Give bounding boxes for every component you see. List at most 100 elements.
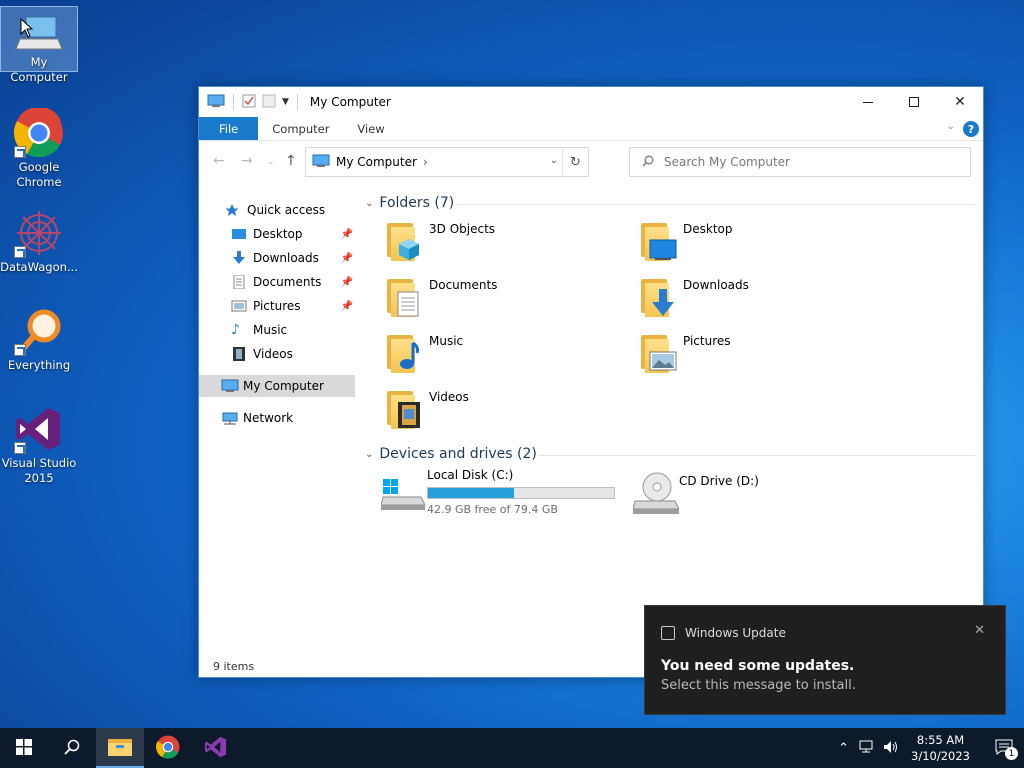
nav-label: Documents: [253, 275, 322, 289]
nav-item-desktop[interactable]: Desktop 📌: [199, 223, 357, 245]
show-hidden-icons-chevron-icon[interactable]: ⌃: [838, 741, 849, 756]
folder-music[interactable]: Music: [383, 331, 633, 383]
folder-name: Videos: [429, 390, 469, 404]
expand-ribbon-chevron-icon[interactable]: ⌄: [947, 121, 955, 132]
nav-item-documents[interactable]: Documents 📌: [199, 271, 357, 293]
computer-icon: [207, 94, 225, 111]
folder-desktop[interactable]: Desktop: [637, 219, 887, 271]
quick-access-divider: [296, 94, 298, 110]
desktop-icon-label: My Computer: [10, 55, 68, 84]
customize-quick-access-chevron-icon[interactable]: ▼: [282, 97, 289, 107]
title-bar[interactable]: ▼ My Computer ✕: [199, 87, 983, 117]
desktop-icon-everything[interactable]: Everything: [0, 302, 78, 373]
nav-item-videos[interactable]: Videos: [199, 343, 357, 365]
properties-icon[interactable]: [242, 94, 256, 111]
content-pane: ⌄ Folders (7) 3D Objects Desktop Documen…: [361, 195, 983, 655]
folder-music-icon: [383, 331, 427, 375]
tab-computer[interactable]: Computer: [258, 117, 343, 140]
maximize-icon: [909, 97, 919, 107]
breadcrumb-separator[interactable]: ›: [423, 155, 428, 169]
status-bar-item-count: 9 items: [213, 660, 255, 673]
minimize-button[interactable]: [845, 87, 891, 117]
clock-time: 8:55 AM: [916, 733, 965, 747]
nav-label: Downloads: [253, 251, 319, 265]
visual-studio-icon: [204, 735, 228, 762]
pin-icon[interactable]: 📌: [341, 229, 353, 240]
back-arrow-icon[interactable]: ←: [213, 153, 225, 169]
refresh-icon[interactable]: ↻: [562, 148, 588, 176]
star-icon: [225, 203, 241, 217]
desktop-icon: [231, 227, 247, 241]
folder-3d-objects[interactable]: 3D Objects: [383, 219, 633, 271]
desktop-icon-google-chrome[interactable]: Google Chrome: [0, 104, 78, 190]
network-tray-icon[interactable]: [859, 740, 875, 757]
taskbar-visual-studio[interactable]: [192, 728, 240, 768]
drives-group-header[interactable]: ⌄ Devices and drives (2): [365, 446, 537, 462]
taskbar-file-explorer[interactable]: [96, 728, 144, 768]
folder-pictures[interactable]: Pictures: [637, 331, 887, 383]
action-center-button[interactable]: 1: [984, 728, 1024, 768]
pin-icon[interactable]: 📌: [341, 253, 353, 264]
drive-local-disk-c[interactable]: Local Disk (C:) 42.9 GB free of 79.4 GB: [380, 468, 631, 523]
toast-close-icon[interactable]: ✕: [974, 623, 985, 638]
address-dropdown-chevron-icon[interactable]: ⌄: [550, 155, 558, 166]
folder-documents-icon: [383, 275, 427, 319]
search-input[interactable]: Search My Computer: [629, 147, 971, 177]
chrome-icon: [155, 734, 180, 762]
folder-documents[interactable]: Documents: [383, 275, 633, 327]
volume-icon[interactable]: [883, 740, 899, 757]
tab-file[interactable]: File: [199, 117, 259, 140]
close-icon: ✕: [954, 94, 966, 110]
folder-name: Downloads: [683, 278, 749, 292]
nav-label: Desktop: [253, 227, 303, 241]
nav-item-my-computer[interactable]: My Computer: [199, 375, 355, 397]
explorer-window: ▼ My Computer ✕ File Computer View ⌄ ? ←…: [198, 86, 984, 678]
folder-videos[interactable]: Videos: [383, 387, 633, 439]
up-arrow-icon[interactable]: ↑: [285, 153, 297, 169]
collapse-chevron-icon: ⌄: [365, 448, 374, 460]
maximize-button[interactable]: [891, 87, 937, 117]
forward-arrow-icon[interactable]: →: [241, 153, 253, 169]
search-icon: [64, 739, 80, 758]
visual-studio-icon: [14, 404, 64, 454]
windows-logo-icon: [16, 738, 32, 758]
pin-icon[interactable]: 📌: [341, 301, 353, 312]
pin-icon[interactable]: 📌: [341, 277, 353, 288]
desktop-icon-label: DataWagon...: [0, 260, 78, 274]
desktop-icon-visual-studio[interactable]: Visual Studio 2015: [0, 400, 78, 486]
address-bar[interactable]: My Computer › ⌄ ↻: [305, 147, 589, 177]
nav-item-pictures[interactable]: Pictures 📌: [199, 295, 357, 317]
nav-item-network[interactable]: Network: [199, 407, 357, 429]
windows-update-toast[interactable]: Windows Update ✕ You need some updates. …: [644, 605, 1006, 715]
folder-downloads[interactable]: Downloads: [637, 275, 887, 327]
start-button[interactable]: [0, 728, 48, 768]
folder-name: Pictures: [683, 334, 731, 348]
everything-search-icon: [14, 306, 64, 356]
nav-item-quick-access[interactable]: Quick access: [199, 199, 357, 221]
nav-item-music[interactable]: ♪ Music: [199, 319, 357, 341]
recent-locations-chevron-icon[interactable]: ⌄: [267, 157, 275, 167]
film-strip-icon: [231, 347, 247, 361]
drive-cd-d[interactable]: CD Drive (D:): [632, 471, 883, 523]
folder-name: Documents: [429, 278, 498, 292]
new-folder-icon[interactable]: [262, 94, 276, 111]
tab-view[interactable]: View: [343, 117, 398, 140]
desktop-icon-datawagon[interactable]: DataWagon...: [0, 204, 78, 275]
desktop-icon-label: Google Chrome: [16, 160, 62, 189]
folders-group-header[interactable]: ⌄ Folders (7): [365, 195, 454, 211]
navigation-bar: ← → ⌄ ↑ My Computer › ⌄ ↻ Search My Comp…: [199, 141, 983, 181]
close-button[interactable]: ✕: [937, 87, 983, 117]
clock-date: 3/10/2023: [911, 749, 970, 763]
shortcut-arrow-icon: [14, 246, 26, 258]
folder-downloads-icon: [637, 275, 681, 319]
nav-item-downloads[interactable]: Downloads 📌: [199, 247, 357, 269]
address-text: My Computer: [336, 155, 417, 169]
folder-name: 3D Objects: [429, 222, 496, 236]
minimize-icon: [863, 101, 873, 103]
folder-3d-objects-icon: [383, 219, 427, 263]
taskbar-google-chrome[interactable]: [144, 728, 192, 768]
desktop-icon-my-computer[interactable]: My Computer: [0, 6, 78, 84]
help-icon[interactable]: ?: [963, 121, 979, 137]
search-button[interactable]: [48, 728, 96, 768]
clock[interactable]: 8:55 AM 3/10/2023: [911, 732, 970, 764]
